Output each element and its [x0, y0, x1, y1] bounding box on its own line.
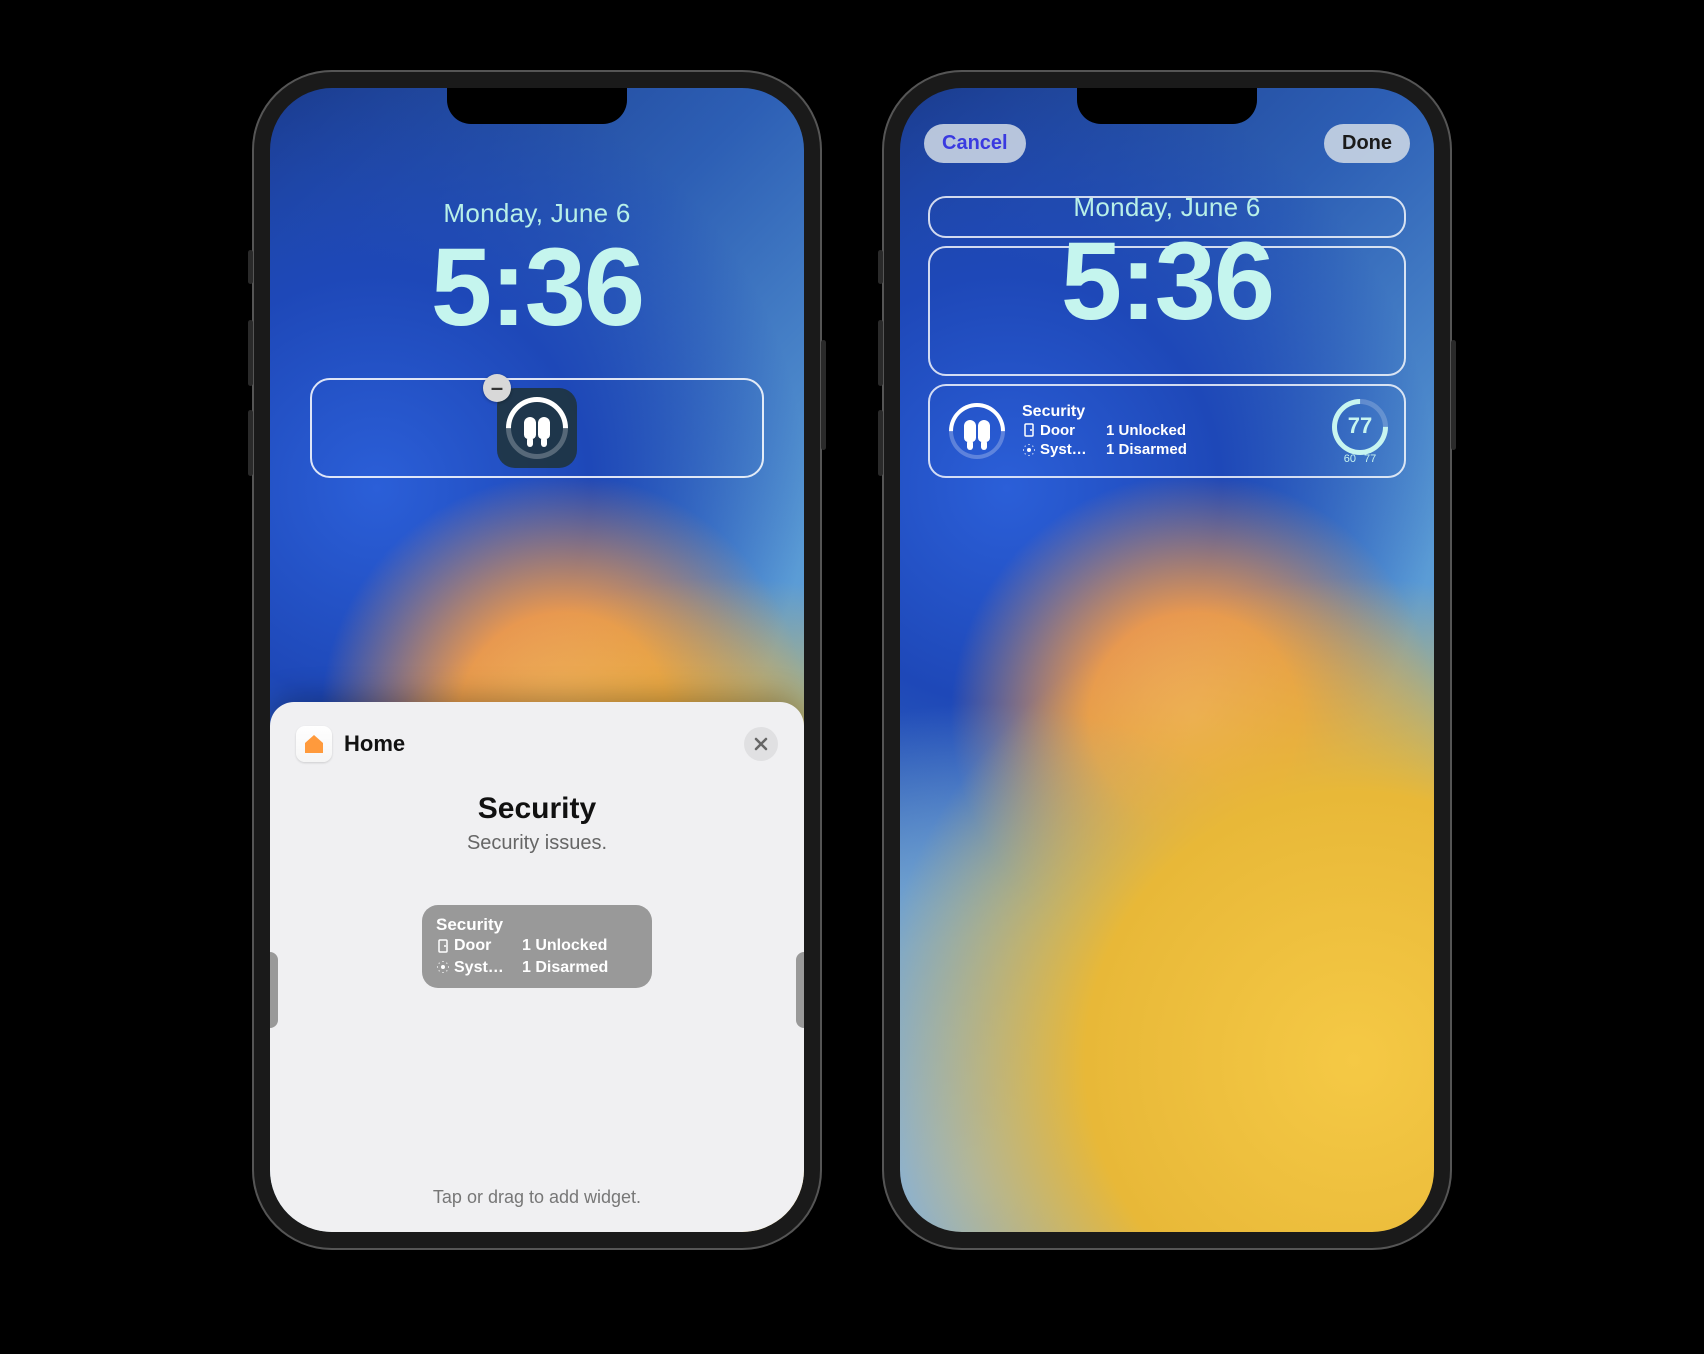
widget-slot-row[interactable]: – — [310, 378, 764, 478]
security-widget-preview[interactable]: Security Door 1 Unlocked Syst… 1 Disarme… — [422, 905, 652, 988]
volume-down[interactable] — [878, 410, 883, 476]
sheet-heading: Security — [296, 792, 778, 826]
security-widget-title: Security — [1022, 403, 1318, 421]
preview-row-door: Door 1 Unlocked — [436, 935, 638, 957]
sheet-subheading: Security issues. — [296, 832, 778, 855]
widget-picker-sheet: Home Security Security issues. Security … — [270, 702, 804, 1232]
sheet-footer-hint: Tap or drag to add widget. — [270, 1187, 804, 1208]
volume-up[interactable] — [878, 320, 883, 386]
door-icon — [1022, 423, 1036, 437]
prev-widget-peek[interactable] — [270, 952, 278, 1028]
screen-right: Cancel Done Monday, June 6 5:36 Security… — [900, 88, 1434, 1232]
mute-switch[interactable] — [878, 250, 883, 284]
home-app-icon — [296, 726, 332, 762]
climate-gauge-widget[interactable]: 77 6077 — [1328, 399, 1392, 463]
lockscreen-time: 5:36 — [270, 233, 804, 343]
mute-switch[interactable] — [248, 250, 253, 284]
alarm-icon — [1022, 443, 1036, 457]
remove-widget-button[interactable]: – — [483, 374, 511, 402]
cancel-button[interactable]: Cancel — [924, 124, 1026, 163]
sheet-app-name: Home — [344, 731, 405, 757]
door-icon — [436, 939, 450, 953]
volume-up[interactable] — [248, 320, 253, 386]
close-icon — [753, 736, 769, 752]
next-widget-peek[interactable] — [796, 952, 804, 1028]
power-button[interactable] — [1451, 340, 1456, 450]
preview-row-system: Syst… 1 Disarmed — [436, 957, 638, 979]
lockscreen-header: Monday, June 6 5:36 — [270, 198, 804, 343]
alarm-icon — [436, 960, 450, 974]
gauge-range: 6077 — [1328, 453, 1392, 465]
gauge-value: 77 — [1328, 413, 1392, 439]
lockscreen-header: Monday, June 6 5:36 — [900, 192, 1434, 337]
security-widget[interactable]: Security Door 1 Unlocked Syst… 1 Disarme… — [1022, 403, 1318, 460]
airpods-battery-widget[interactable]: – — [497, 388, 577, 468]
volume-down[interactable] — [248, 410, 253, 476]
widget-edit-slot[interactable]: Security Door 1 Unlocked Syst… 1 Disarme… — [928, 384, 1406, 478]
notch — [447, 88, 627, 124]
lockscreen-time: 5:36 — [900, 227, 1434, 337]
power-button[interactable] — [821, 340, 826, 450]
preview-title: Security — [436, 915, 638, 935]
security-row-door: Door 1 Unlocked — [1022, 421, 1318, 441]
battery-ring-icon — [937, 391, 1016, 470]
airpods-battery-widget[interactable] — [942, 396, 1012, 466]
phone-left: Monday, June 6 5:36 – Home — [252, 70, 822, 1250]
phone-right: Cancel Done Monday, June 6 5:36 Security… — [882, 70, 1452, 1250]
done-button[interactable]: Done — [1324, 124, 1410, 163]
screen-left: Monday, June 6 5:36 – Home — [270, 88, 804, 1232]
lockscreen-date: Monday, June 6 — [270, 198, 804, 229]
security-row-system: Syst… 1 Disarmed — [1022, 440, 1318, 460]
notch — [1077, 88, 1257, 124]
lockscreen-date: Monday, June 6 — [900, 192, 1434, 223]
close-sheet-button[interactable] — [744, 727, 778, 761]
